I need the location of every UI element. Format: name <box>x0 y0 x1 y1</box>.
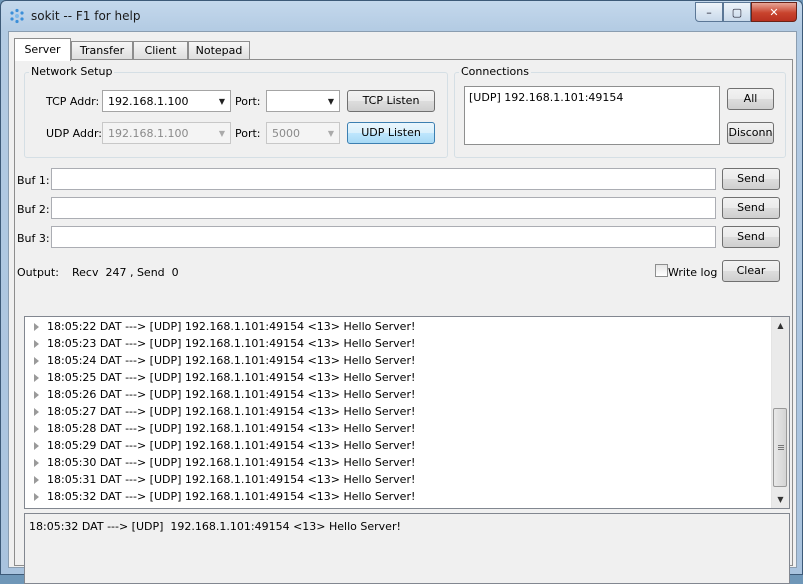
scroll-down-icon[interactable]: ▼ <box>772 491 789 508</box>
expand-arrow-icon[interactable] <box>34 391 39 399</box>
udp-port-label: Port: <box>235 127 261 140</box>
expand-arrow-icon[interactable] <box>34 459 39 467</box>
expand-arrow-icon[interactable] <box>34 493 39 501</box>
udp-port-combo[interactable]: 5000 ▼ <box>266 122 340 144</box>
tcp-addr-label: TCP Addr: <box>46 95 100 108</box>
network-setup-group: Network Setup TCP Addr: 192.168.1.100 ▼ … <box>24 65 448 158</box>
tcp-port-combo[interactable]: ▼ <box>266 90 340 112</box>
chevron-down-icon: ▼ <box>218 129 225 138</box>
app-icon <box>10 8 24 24</box>
tab-notepad[interactable]: Notepad <box>188 41 250 60</box>
scroll-thumb[interactable] <box>773 408 787 487</box>
server-tab-pane: Network Setup TCP Addr: 192.168.1.100 ▼ … <box>14 59 793 584</box>
buf3-label: Buf 3: <box>17 232 50 245</box>
udp-addr-combo[interactable]: 192.168.1.100 ▼ <box>102 122 231 144</box>
expand-arrow-icon[interactable] <box>34 357 39 365</box>
connection-item[interactable]: [UDP] 192.168.1.101:49154 <box>469 91 623 104</box>
connections-list[interactable]: [UDP] 192.168.1.101:49154 <box>464 86 720 145</box>
clear-button[interactable]: Clear <box>722 260 780 282</box>
all-button[interactable]: All <box>727 88 774 110</box>
detail-text: 18:05:32 DAT ---> [UDP] 192.168.1.101:49… <box>29 520 401 533</box>
udp-listen-button[interactable]: UDP Listen <box>347 122 435 144</box>
title-bar[interactable]: sokit -- F1 for help – ▢ ✕ <box>1 1 802 31</box>
detail-pane[interactable]: 18:05:32 DAT ---> [UDP] 192.168.1.101:49… <box>24 513 790 584</box>
app-window: sokit -- F1 for help – ▢ ✕ Server Transf… <box>0 0 803 584</box>
write-log-checkbox[interactable] <box>655 264 668 277</box>
expand-arrow-icon[interactable] <box>34 425 39 433</box>
tab-transfer[interactable]: Transfer <box>71 41 133 60</box>
buf3-input[interactable] <box>51 226 716 248</box>
tcp-listen-button[interactable]: TCP Listen <box>347 90 435 112</box>
minimize-button[interactable]: – <box>695 2 723 22</box>
tcp-port-label: Port: <box>235 95 261 108</box>
send-buf1-button[interactable]: Send <box>722 168 780 190</box>
expand-arrow-icon[interactable] <box>34 408 39 416</box>
log-scrollbar[interactable]: ▲ ▼ <box>771 317 789 508</box>
tcp-addr-value: 192.168.1.100 <box>108 95 189 108</box>
write-log-label[interactable]: Write log <box>668 266 717 279</box>
close-button[interactable]: ✕ <box>751 2 797 22</box>
maximize-button[interactable]: ▢ <box>723 2 751 22</box>
send-buf2-button[interactable]: Send <box>722 197 780 219</box>
connections-group: Connections [UDP] 192.168.1.101:49154 Al… <box>454 65 786 158</box>
expand-arrow-icon[interactable] <box>34 476 39 484</box>
expand-arrow-icon[interactable] <box>34 340 39 348</box>
output-log[interactable]: 18:05:22 DAT ---> [UDP] 192.168.1.101:49… <box>24 316 790 509</box>
buf1-label: Buf 1: <box>17 174 50 187</box>
tab-server[interactable]: Server <box>14 38 71 61</box>
output-stats: Recv 247 , Send 0 <box>72 266 179 279</box>
chevron-down-icon: ▼ <box>218 97 225 106</box>
connections-label: Connections <box>459 65 531 78</box>
client-area: Server Transfer Client Notepad Network S… <box>8 31 797 584</box>
network-setup-label: Network Setup <box>29 65 115 78</box>
window-title: sokit -- F1 for help <box>31 9 141 23</box>
expand-arrow-icon[interactable] <box>34 442 39 450</box>
send-buf3-button[interactable]: Send <box>722 226 780 248</box>
udp-port-value: 5000 <box>272 127 300 140</box>
scroll-up-icon[interactable]: ▲ <box>772 317 789 334</box>
tcp-addr-combo[interactable]: 192.168.1.100 ▼ <box>102 90 231 112</box>
buf2-input[interactable] <box>51 197 716 219</box>
udp-addr-value: 192.168.1.100 <box>108 127 189 140</box>
udp-addr-label: UDP Addr: <box>46 127 102 140</box>
chevron-down-icon: ▼ <box>327 129 334 138</box>
output-label: Output: <box>17 266 59 279</box>
chevron-down-icon: ▼ <box>327 97 334 106</box>
disconn-button[interactable]: Disconn <box>727 122 774 144</box>
expand-arrow-icon[interactable] <box>34 323 39 331</box>
buf1-input[interactable] <box>51 168 716 190</box>
buf2-label: Buf 2: <box>17 203 50 216</box>
tab-client[interactable]: Client <box>133 41 188 60</box>
expand-arrow-icon[interactable] <box>34 374 39 382</box>
